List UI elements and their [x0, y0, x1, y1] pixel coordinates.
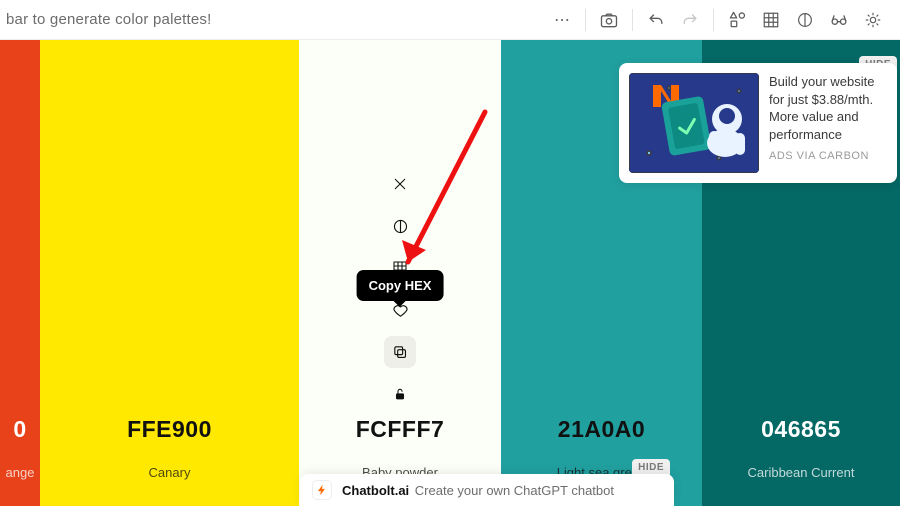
color-column[interactable]: FFE900 Canary — [40, 40, 299, 506]
shades-button[interactable] — [384, 210, 416, 242]
copy-hex-tooltip: Copy HEX — [357, 270, 444, 301]
ad-copy: Build your website for just $3.88/mth. M… — [769, 73, 887, 143]
lock-button[interactable] — [384, 378, 416, 410]
promo-text: Chatbolt.ai Create your own ChatGPT chat… — [342, 483, 614, 498]
ad-text-wrap: Build your website for just $3.88/mth. M… — [769, 73, 887, 173]
color-name: Caribbean Current — [748, 465, 855, 480]
hex-code[interactable]: 046865 — [761, 416, 841, 443]
grid-button[interactable] — [754, 3, 788, 37]
ad-via: ADS VIA CARBON — [769, 149, 887, 164]
undo-button[interactable] — [639, 3, 673, 37]
carbon-ad[interactable]: Build your website for just $3.88/mth. M… — [619, 63, 897, 183]
redo-button[interactable] — [673, 3, 707, 37]
color-column[interactable]: 0 ange — [0, 40, 40, 506]
promo-brand: Chatbolt.ai — [342, 483, 409, 498]
top-toolbar: bar to generate color palettes! — [0, 0, 900, 40]
hex-code[interactable]: FCFFF7 — [356, 416, 445, 443]
contrast-button[interactable] — [788, 3, 822, 37]
remove-color-button[interactable] — [384, 168, 416, 200]
shapes-button[interactable] — [720, 3, 754, 37]
color-column[interactable]: Copy HEX FCFFF7 Baby powder — [299, 40, 501, 506]
bottom-promo[interactable]: Chatbolt.ai Create your own ChatGPT chat… — [300, 474, 674, 506]
hex-code[interactable]: 21A0A0 — [558, 416, 645, 443]
glasses-button[interactable] — [822, 3, 856, 37]
brightness-button[interactable] — [856, 3, 890, 37]
more-button[interactable] — [545, 3, 579, 37]
camera-button[interactable] — [592, 3, 626, 37]
promo-logo-icon — [312, 480, 332, 500]
toolbar-hint: bar to generate color palettes! — [6, 11, 212, 28]
color-name: ange — [6, 465, 35, 480]
hex-code[interactable]: 0 — [13, 416, 26, 443]
ad-thumbnail — [629, 73, 759, 173]
copy-hex-button[interactable] — [384, 336, 416, 368]
hex-code[interactable]: FFE900 — [127, 416, 212, 443]
color-name: Canary — [149, 465, 191, 480]
